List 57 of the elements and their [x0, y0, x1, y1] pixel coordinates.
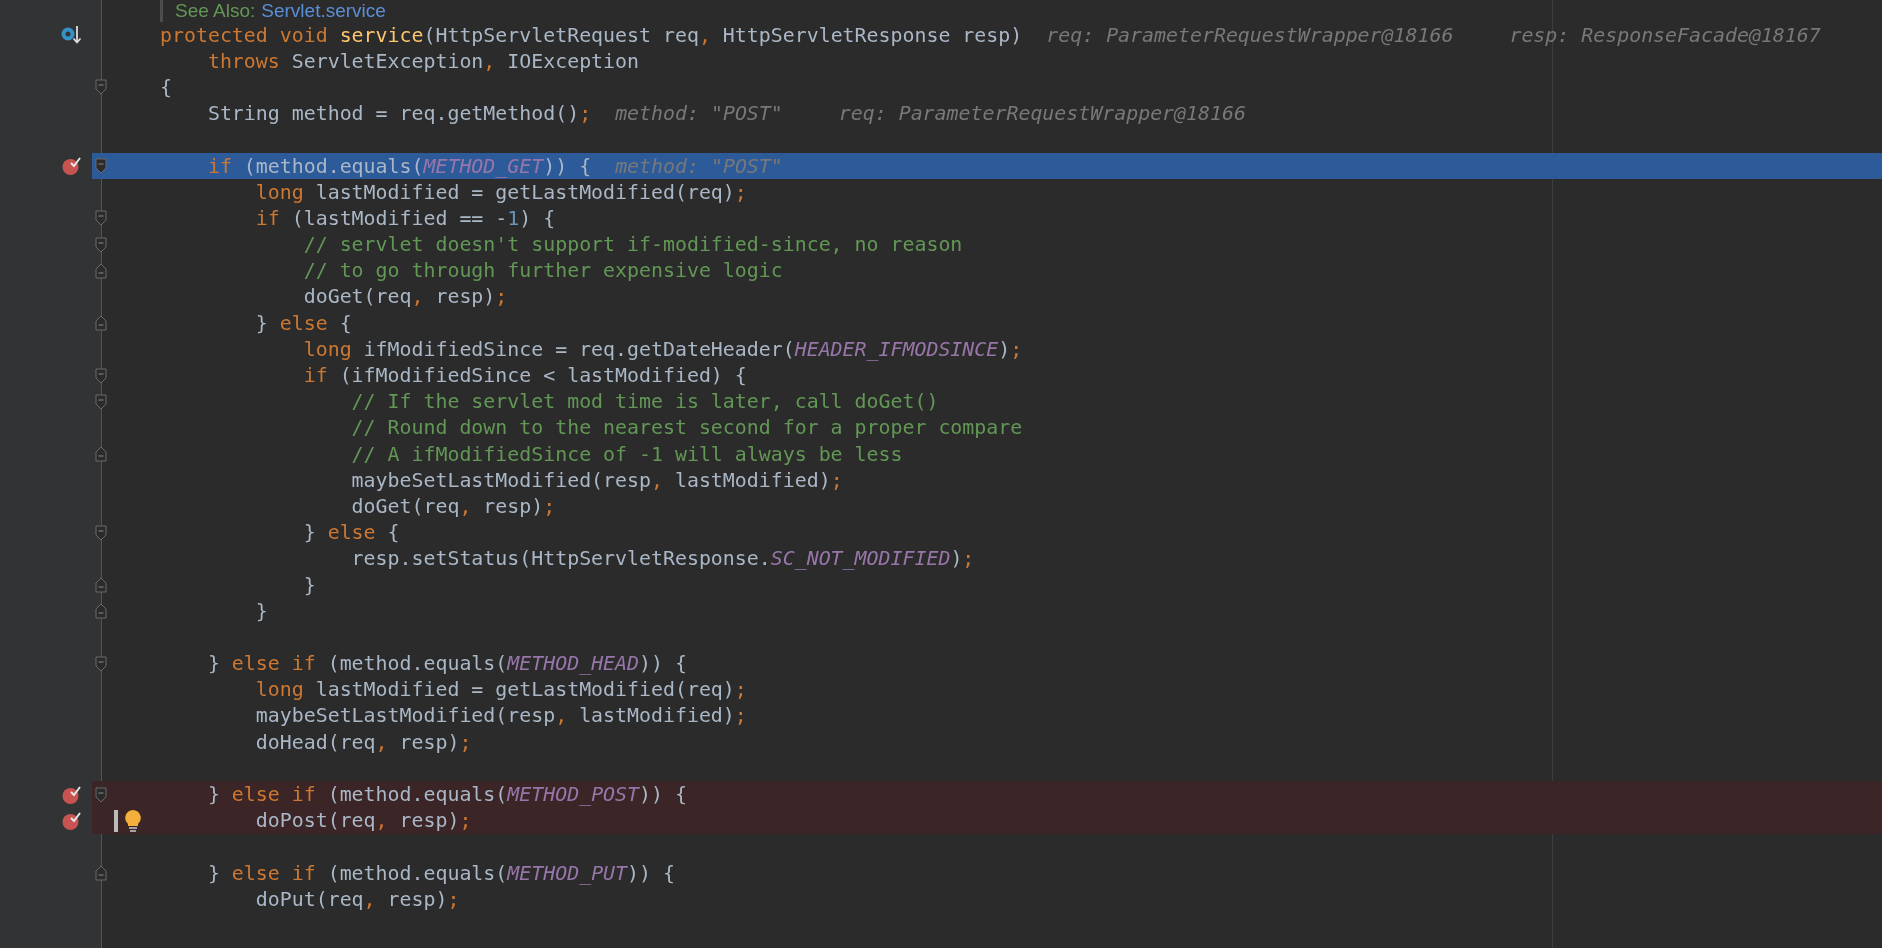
fold-end-icon[interactable]: [95, 865, 107, 882]
code-text: // Round down to the nearest second for a proper compare: [350, 416, 1023, 440]
fold-start-icon[interactable]: [95, 210, 107, 227]
fold-end-icon[interactable]: [95, 603, 107, 620]
code-text: doHead(req, resp);: [254, 730, 472, 754]
breakpoint-icon[interactable]: [62, 810, 82, 831]
code-text: if (lastModified == -1) {: [254, 206, 556, 230]
code-text: long lastModified = getLastModified(req);: [254, 678, 747, 702]
code-text: } else {: [302, 521, 400, 545]
code-text: protected void service(HttpServletRequest req, HttpServletResponse resp): [160, 23, 1023, 47]
see-also-link[interactable]: Servlet.service: [261, 0, 386, 22]
fold-start-icon[interactable]: [95, 79, 107, 96]
code-text: doPost(req, resp);: [254, 809, 472, 833]
code-text: } else {: [254, 311, 352, 335]
inlay-hint: req: ParameterRequestWrapper@18166: [838, 102, 1246, 126]
inlay-hint: resp: ResponseFacade@18167: [1509, 23, 1821, 47]
code-text: if (ifModifiedSince < lastModified) {: [302, 364, 747, 388]
code-text: // to go through further expensive logic: [302, 259, 783, 283]
code-text: long lastModified = getLastModified(req);: [254, 180, 747, 204]
see-also-label: See Also:: [175, 0, 256, 22]
fold-end-icon[interactable]: [95, 446, 107, 463]
code-text: } else if (method.equals(METHOD_PUT)) {: [206, 861, 675, 885]
code-text: // servlet doesn't support if-modified-since, no reason: [302, 233, 963, 257]
code-text: doPut(req, resp);: [254, 887, 460, 911]
breakpoint-icon[interactable]: [62, 156, 82, 177]
code-text: String method = req.getMethod();: [206, 102, 592, 126]
code-text: {: [160, 75, 172, 99]
inlay-hint: method: "POST": [615, 102, 783, 126]
code-text: doGet(req, resp);: [302, 285, 508, 309]
code-text: maybeSetLastModified(resp, lastModified);: [350, 468, 843, 492]
fold-start-icon[interactable]: [95, 655, 107, 672]
fold-start-icon[interactable]: [95, 236, 107, 253]
code-text: } else if (method.equals(METHOD_POST)) {: [206, 783, 687, 807]
code-text: long ifModifiedSince = req.getDateHeader(HEADER_IFMODSINCE);: [302, 337, 1023, 361]
breakpoint-icon[interactable]: [62, 784, 82, 805]
fold-start-icon[interactable]: [95, 786, 107, 803]
inlay-hint: method: "POST": [615, 154, 783, 178]
fold-start-icon[interactable]: [95, 367, 107, 384]
code-text: }: [254, 599, 268, 623]
code-text: if (method.equals(METHOD_GET)) {: [206, 154, 592, 178]
code-text: } else if (method.equals(METHOD_HEAD)) {: [206, 652, 687, 676]
fold-start-icon[interactable]: [95, 524, 107, 541]
fold-end-icon[interactable]: [95, 577, 107, 594]
code-text: resp.setStatus(HttpServletResponse.SC_NOT_MODIFIED);: [350, 547, 975, 571]
code-text: // If the servlet mod time is later, call doGet(): [350, 390, 939, 414]
code-text: // A ifModifiedSince of -1 will always be less: [350, 442, 903, 466]
code-text: doGet(req, resp);: [350, 494, 556, 518]
code-text: maybeSetLastModified(resp, lastModified);: [254, 704, 747, 728]
fold-end-icon[interactable]: [95, 315, 107, 332]
fold-start-icon[interactable]: [95, 393, 107, 410]
inlay-hint: req: ParameterRequestWrapper@18166: [1046, 23, 1454, 47]
code-text: }: [302, 573, 316, 597]
fold-start-icon[interactable]: [95, 158, 107, 175]
fold-end-icon[interactable]: [95, 262, 107, 279]
code-text: throws ServletException, IOException: [206, 49, 640, 73]
target-arrow-icon[interactable]: [60, 25, 82, 46]
lightbulb-icon[interactable]: [124, 808, 142, 833]
